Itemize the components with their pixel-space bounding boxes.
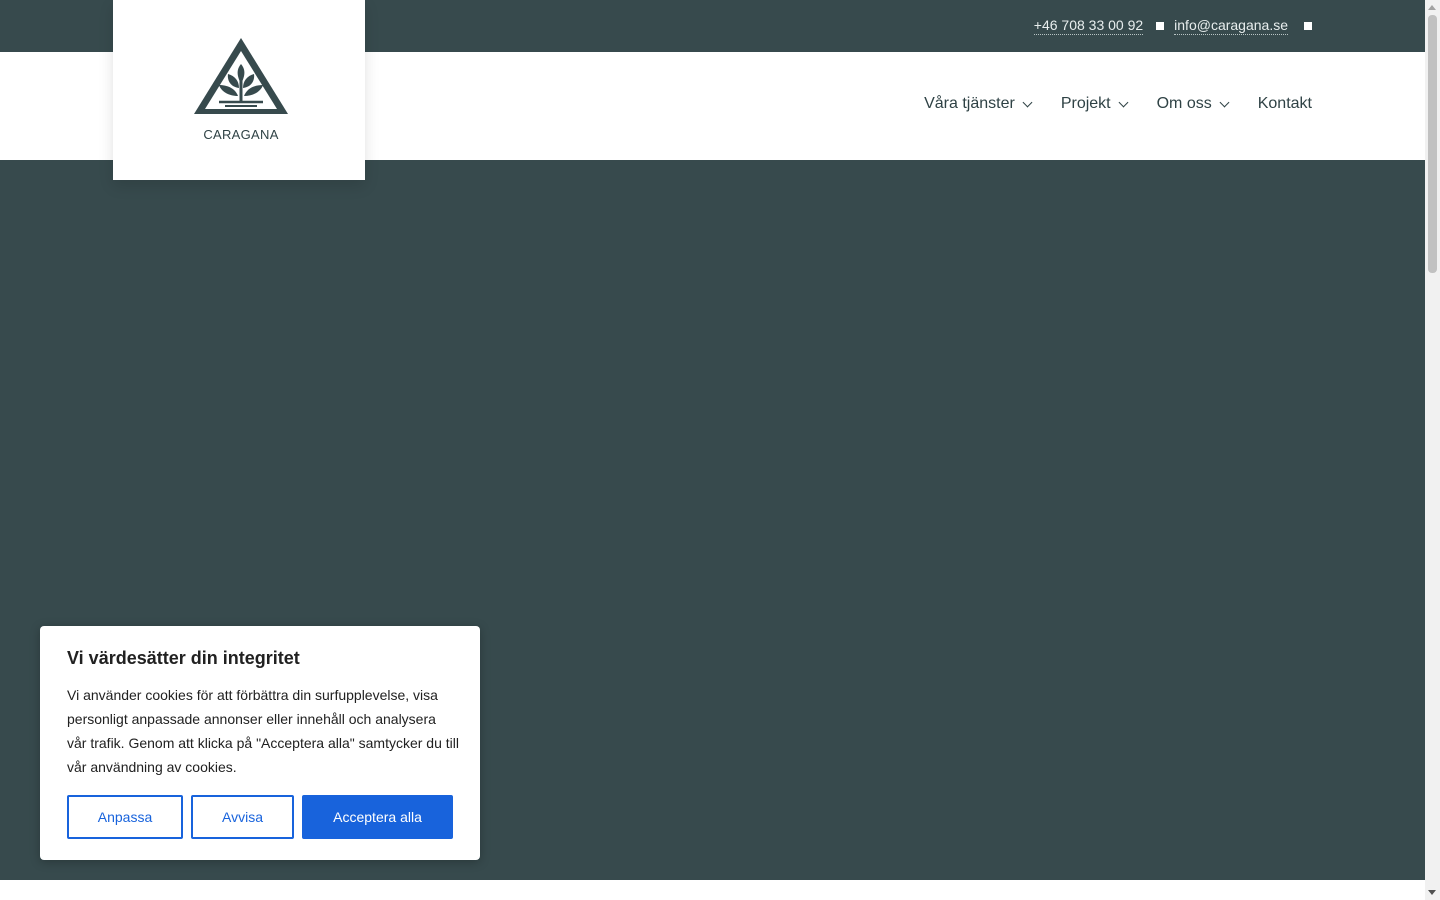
chevron-down-icon xyxy=(1118,97,1129,107)
reject-button[interactable]: Avvisa xyxy=(191,795,294,839)
accept-all-button[interactable]: Acceptera alla xyxy=(302,795,453,839)
cookie-banner-text: Vi använder cookies för att förbättra di… xyxy=(67,687,459,775)
nav-item-projects[interactable]: Projekt xyxy=(1060,95,1129,113)
square-separator-icon xyxy=(1304,21,1312,30)
nav-item-contact[interactable]: Kontakt xyxy=(1258,95,1312,113)
nav-item-label: Kontakt xyxy=(1257,95,1312,112)
phone-link[interactable]: +46 708 33 00 92 xyxy=(1033,16,1144,35)
cookie-consent-banner: Vi värdesätter din integritet Vi använde… xyxy=(40,626,480,860)
logo-wordmark: CARAGANA xyxy=(203,127,279,142)
email-link[interactable]: info@caragana.se xyxy=(1174,16,1288,35)
scroll-down-arrow-icon[interactable] xyxy=(1428,890,1436,895)
chevron-down-icon xyxy=(1022,97,1033,107)
square-separator-icon xyxy=(1156,21,1165,30)
customize-button[interactable]: Anpassa xyxy=(67,795,183,839)
nav-item-label: Våra tjänster xyxy=(924,95,1015,112)
page: +46 708 33 00 92 info@caragana.se Våra t… xyxy=(0,0,1425,900)
chevron-down-icon xyxy=(1219,97,1230,107)
nav-item-label: Projekt xyxy=(1060,95,1111,112)
main-nav: Våra tjänster Projekt Om oss Kontakt xyxy=(924,95,1312,113)
cookie-banner-title: Vi värdesätter din integritet xyxy=(67,648,300,668)
scrollbar-thumb[interactable] xyxy=(1428,15,1437,273)
vertical-scrollbar[interactable] xyxy=(1425,0,1440,900)
scroll-up-arrow-icon[interactable] xyxy=(1428,5,1436,10)
nav-item-about[interactable]: Om oss xyxy=(1156,95,1230,113)
contact-links: +46 708 33 00 92 info@caragana.se xyxy=(1033,16,1312,35)
nav-item-services[interactable]: Våra tjänster xyxy=(924,95,1033,113)
nav-item-label: Om oss xyxy=(1156,95,1212,112)
logo-link[interactable]: CARAGANA xyxy=(113,0,365,180)
caragana-logo-icon xyxy=(194,38,288,114)
